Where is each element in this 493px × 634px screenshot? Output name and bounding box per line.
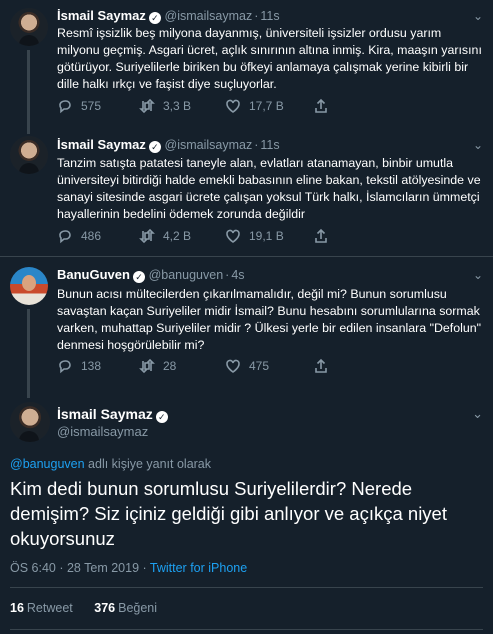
share-button[interactable] (313, 97, 329, 115)
thread-line (27, 384, 30, 398)
tweet-source-link[interactable]: Twitter for iPhone (150, 561, 247, 575)
retweet-total: 16 (10, 601, 24, 615)
share-icon (315, 358, 327, 373)
reply-to-link[interactable]: @banuguven (10, 457, 85, 471)
reply-icon (59, 100, 71, 114)
heart-icon (226, 359, 240, 373)
thread-line (27, 126, 30, 134)
share-icon (315, 228, 327, 243)
author-handle[interactable]: @banuguven (149, 268, 224, 282)
retweet-icon (139, 358, 155, 374)
retweet-button[interactable]: 3,3 B (139, 97, 191, 115)
avatar[interactable] (10, 136, 48, 174)
like-total: 376 (94, 601, 116, 615)
main-tweet: İsmail Saymaz ✓ @ismailsaymaz ⌄ @banuguve… (0, 384, 493, 634)
share-button[interactable] (313, 357, 329, 375)
author-handle[interactable]: @ismailsaymaz (165, 138, 253, 152)
like-label: Beğeni (118, 601, 158, 615)
reply-button[interactable]: 575 (57, 97, 101, 115)
tweet-time[interactable]: 4s (231, 268, 244, 282)
like-count: 475 (249, 359, 270, 373)
chevron-down-icon[interactable]: ⌄ (472, 406, 483, 422)
author-handle[interactable]: @ismailsaymaz (57, 424, 148, 439)
engagement-stats: 16 Retweet 376 Beğeni (10, 601, 175, 615)
tweet-text: Tanzim satışta patatesi taneyle alan, ev… (57, 156, 481, 221)
verified-badge-icon: ✓ (148, 141, 161, 153)
tweet-timestamp[interactable]: ÖS 6:40 · 28 Tem 2019 · (10, 561, 150, 575)
chevron-down-icon[interactable]: ⌄ (473, 9, 483, 23)
tweet-text: Bunun acısı mültecilerden çıkarılmamalıd… (57, 287, 482, 352)
verified-badge-icon: ✓ (132, 271, 145, 283)
reply-count: 486 (81, 229, 102, 243)
author-name[interactable]: BanuGuven (57, 267, 130, 282)
share-button[interactable] (313, 227, 329, 245)
avatar[interactable] (10, 8, 48, 46)
reply-button[interactable]: 138 (57, 357, 101, 375)
tweet-header: BanuGuven ✓ @banuguven · 4s (57, 266, 245, 284)
verified-badge-icon: ✓ (148, 12, 161, 24)
tweet-header: İsmail Saymaz ✓ @ismailsaymaz · 11s (57, 7, 280, 25)
avatar[interactable] (10, 402, 50, 442)
author-name[interactable]: İsmail Saymaz (57, 8, 146, 23)
thread-line (27, 50, 30, 126)
retweet-button[interactable]: 28 (139, 357, 176, 375)
reply-context: @banuguven adlı kişiye yanıt olarak (10, 457, 211, 471)
divider (10, 629, 483, 630)
retweet-label: Retweet (26, 601, 73, 615)
tweet-actions: 486 4,2 B 19,1 B (57, 227, 477, 245)
chevron-down-icon[interactable]: ⌄ (473, 138, 483, 152)
retweet-count: 3,3 B (163, 99, 192, 113)
retweet-stat[interactable]: 16 Retweet (10, 601, 73, 615)
retweet-count: 28 (163, 359, 177, 373)
retweet-icon (139, 228, 155, 244)
main-tweet-text: Kim dedi bunun sorumlusu Suriyelilerdir?… (10, 478, 447, 549)
reply-icon (59, 230, 71, 244)
retweet-icon (139, 98, 155, 114)
separator-dot: · (225, 268, 230, 282)
like-button[interactable]: 19,1 B (225, 227, 284, 245)
tweet-header: İsmail Saymaz ✓ @ismailsaymaz · 11s (57, 136, 280, 154)
tweet-meta: ÖS 6:40 · 28 Tem 2019 · Twitter for iPho… (10, 561, 247, 575)
author-name-text[interactable]: İsmail Saymaz (57, 406, 153, 422)
author-name[interactable]: İsmail Saymaz (57, 137, 146, 152)
avatar[interactable] (10, 267, 48, 305)
thread-line (27, 309, 30, 384)
tweet-time[interactable]: 11s (260, 9, 279, 23)
tweet-3[interactable]: BanuGuven ✓ @banuguven · 4s ⌄ Bunun acısı m… (0, 257, 493, 384)
reply-to-suffix: adlı kişiye yanıt olarak (84, 457, 212, 471)
tweet-actions: 575 3,3 B 17,7 B (57, 97, 477, 115)
tweet-2[interactable]: İsmail Saymaz ✓ @ismailsaymaz · 11s ⌄ Tanzi… (0, 126, 493, 256)
separator-dot: · (254, 9, 259, 23)
like-stat[interactable]: 376 Beğeni (94, 601, 157, 615)
heart-icon (226, 99, 240, 113)
separator-dot: · (254, 138, 259, 152)
like-button[interactable]: 17,7 B (225, 97, 284, 115)
reply-count: 575 (81, 99, 102, 113)
author-handle[interactable]: @ismailsaymaz (165, 9, 253, 23)
reply-icon (59, 360, 71, 374)
like-count: 19,1 B (249, 229, 284, 243)
tweet-text: Resmî işsizlik beş milyona dayanmış, üni… (57, 26, 482, 91)
divider (10, 587, 483, 588)
author-name[interactable]: İsmail Saymaz ✓ (57, 406, 168, 423)
reply-count: 138 (81, 359, 102, 373)
tweet-time[interactable]: 11s (260, 138, 279, 152)
tweet-1[interactable]: İsmail Saymaz ✓ @ismailsaymaz · 11s ⌄ Resmî… (0, 0, 493, 126)
like-count: 17,7 B (249, 99, 284, 113)
heart-icon (226, 229, 240, 243)
verified-badge-icon: ✓ (155, 411, 168, 423)
retweet-count: 4,2 B (163, 229, 192, 243)
share-icon (315, 98, 327, 113)
reply-button[interactable]: 486 (57, 227, 101, 245)
chevron-down-icon[interactable]: ⌄ (473, 268, 483, 282)
retweet-button[interactable]: 4,2 B (139, 227, 191, 245)
like-button[interactable]: 475 (225, 357, 269, 375)
tweet-actions: 138 28 475 (57, 357, 477, 375)
